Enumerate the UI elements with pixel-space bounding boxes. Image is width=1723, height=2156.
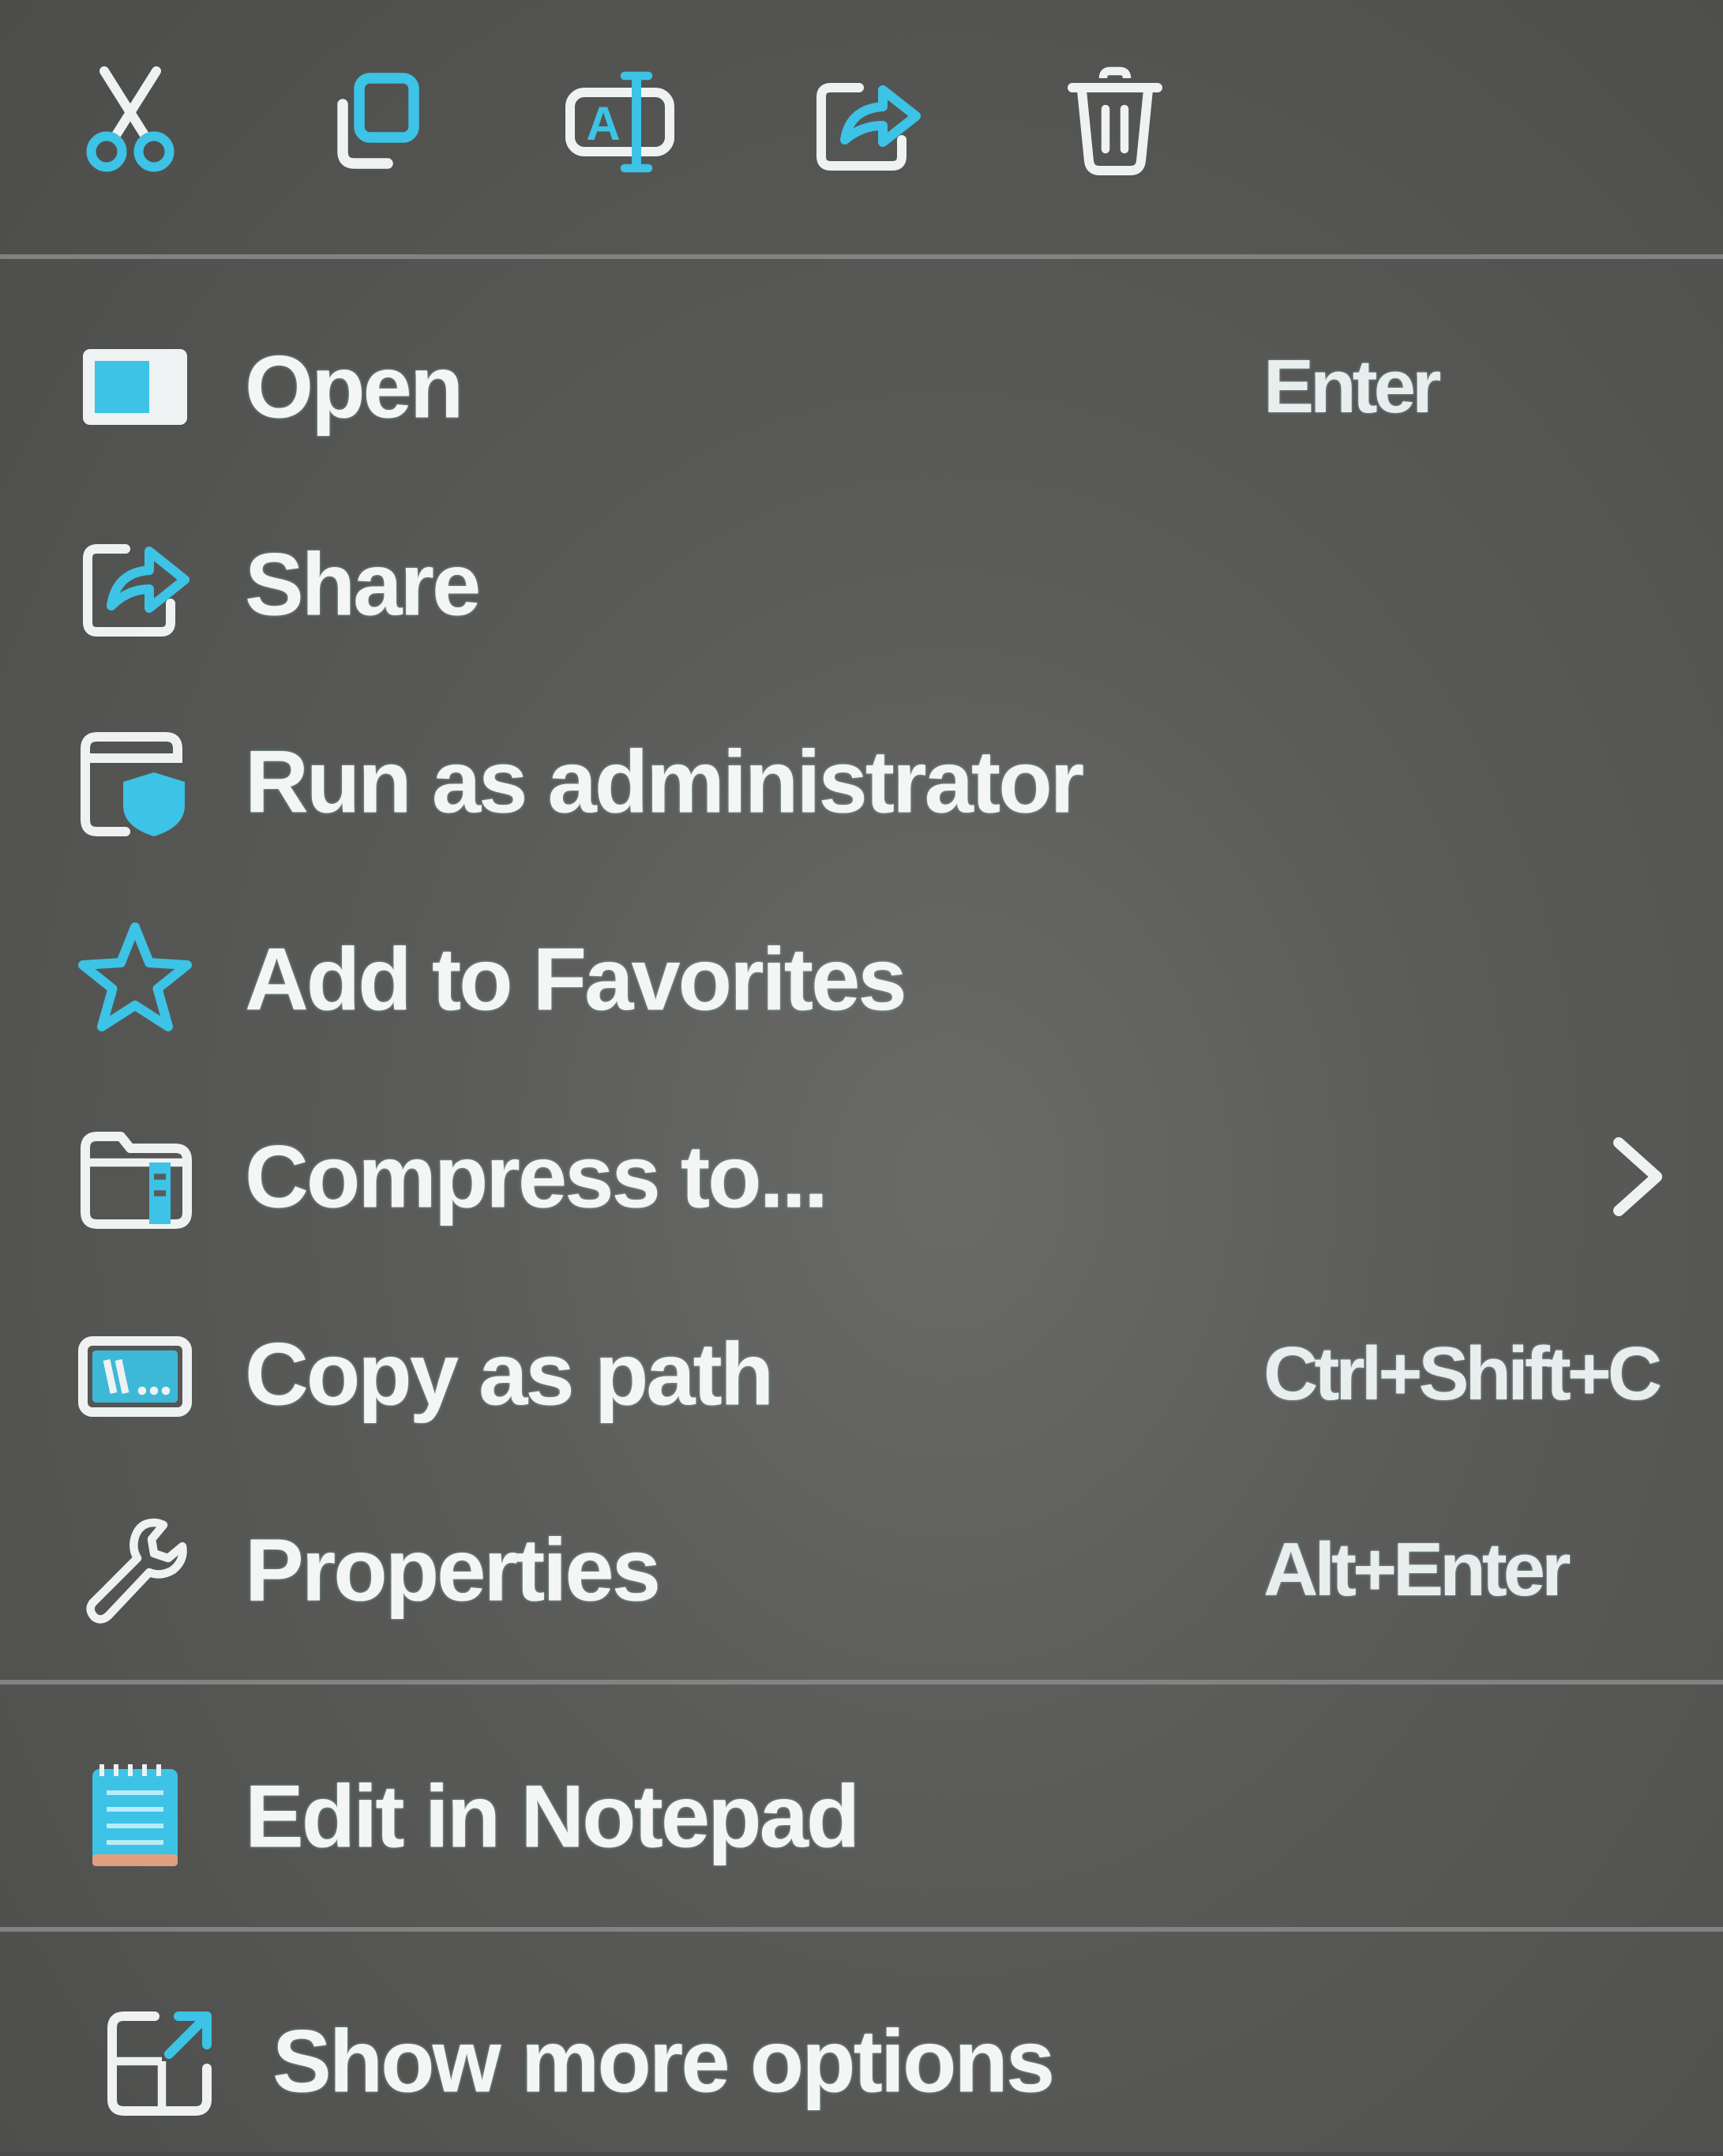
menu-item-label: Share (245, 535, 481, 634)
menu-item-open[interactable]: Open Enter (0, 292, 1723, 482)
menu-item-label: Compress to... (245, 1127, 828, 1226)
menu-item-label: Properties (245, 1520, 661, 1620)
menu-item-properties[interactable]: Properties Alt+Enter (0, 1475, 1723, 1665)
cut-button[interactable] (63, 46, 197, 196)
open-app-icon (76, 328, 194, 446)
rename-button[interactable]: A (553, 46, 687, 196)
menu-item-show-more-options[interactable]: Show more options (0, 1966, 1723, 2156)
menu-item-label: Run as administrator (245, 732, 1084, 832)
quick-actions-toolbar: A (0, 0, 1723, 253)
section-divider (0, 1927, 1723, 1932)
expand-icon (103, 2002, 221, 2120)
menu-item-copy-as-path[interactable]: Copy as path Ctrl+Shift+C (0, 1279, 1723, 1469)
menu-item-share[interactable]: Share (0, 490, 1723, 679)
delete-button[interactable] (1048, 46, 1182, 196)
rename-icon: A (565, 71, 674, 173)
path-icon (76, 1315, 194, 1433)
chevron-right-icon (1603, 1133, 1674, 1220)
share-icon (76, 525, 194, 644)
share-icon (816, 83, 921, 171)
menu-item-run-as-administrator[interactable]: Run as administrator (0, 687, 1723, 877)
share-button[interactable] (801, 46, 936, 196)
menu-item-shortcut: Ctrl+Shift+C (1263, 1332, 1662, 1416)
copy-button[interactable] (306, 46, 441, 196)
context-menu: A Open Enter Share Run as administrator … (0, 0, 1723, 2152)
menu-item-shortcut: Alt+Enter (1263, 1527, 1571, 1612)
toolbar-divider (0, 254, 1723, 259)
menu-item-compress-to[interactable]: Compress to... (0, 1082, 1723, 1271)
menu-item-label: Open (245, 337, 464, 437)
menu-item-label: Edit in Notepad (245, 1767, 860, 1866)
menu-item-edit-in-notepad[interactable]: Edit in Notepad (0, 1722, 1723, 1911)
copy-icon (337, 73, 419, 169)
menu-item-label: Show more options (272, 2011, 1055, 2111)
menu-item-add-to-favorites[interactable]: Add to Favorites (0, 885, 1723, 1074)
zip-folder-icon (76, 1117, 194, 1236)
trash-icon (1068, 66, 1162, 175)
menu-item-label: Add to Favorites (245, 930, 907, 1029)
shield-window-icon (76, 723, 194, 841)
wrench-icon (76, 1511, 194, 1629)
menu-item-shortcut: Enter (1263, 344, 1441, 429)
scissors-icon (86, 66, 175, 172)
star-icon (76, 920, 194, 1039)
section-divider (0, 1680, 1723, 1685)
menu-item-label: Copy as path (245, 1324, 774, 1424)
svg-text:A: A (586, 97, 620, 150)
notepad-icon (76, 1757, 194, 1876)
